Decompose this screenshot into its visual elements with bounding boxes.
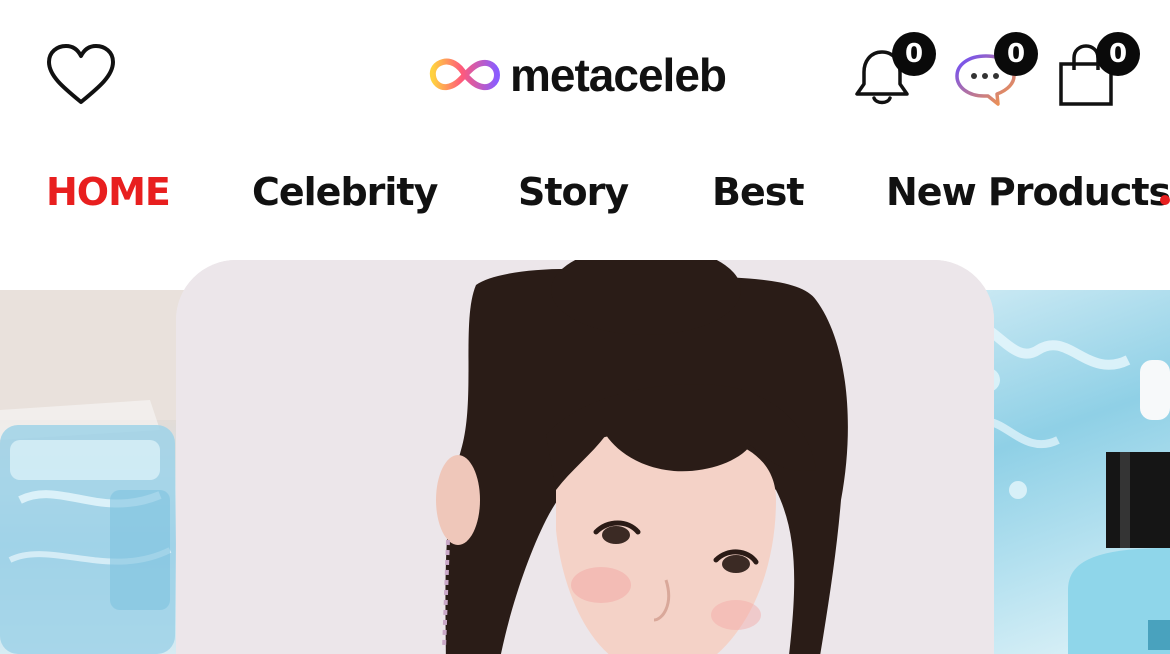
previous-banner-slide[interactable]: [0, 290, 200, 654]
messages-count-badge: 0: [994, 32, 1038, 76]
nav-item-story[interactable]: Story: [518, 168, 629, 216]
current-banner-slide[interactable]: [176, 260, 994, 654]
cart-button[interactable]: 0: [1056, 32, 1146, 110]
nav-item-home[interactable]: HOME: [46, 168, 171, 216]
heart-icon: [47, 44, 115, 104]
top-header: metaceleb 0 0 0: [0, 0, 1170, 140]
notifications-button[interactable]: 0: [852, 32, 942, 110]
nav-item-new-products[interactable]: New Products: [886, 168, 1170, 216]
celebrity-portrait-image: [176, 260, 994, 654]
logo-text: metaceleb: [510, 49, 727, 101]
nav-item-best[interactable]: Best: [712, 168, 805, 216]
nav-item-celebrity[interactable]: Celebrity: [252, 168, 438, 216]
banner-carousel[interactable]: [0, 260, 1170, 654]
new-indicator-dot: [1160, 195, 1170, 205]
messages-button[interactable]: 0: [952, 32, 1044, 110]
main-nav: HOME Celebrity Story Best New Products: [0, 150, 1170, 234]
water-product-image: [0, 290, 200, 654]
cart-count-badge: 0: [1096, 32, 1140, 76]
wishlist-button[interactable]: [44, 42, 118, 108]
infinity-logo-icon: [429, 58, 501, 91]
notifications-count-badge: 0: [892, 32, 936, 76]
site-logo[interactable]: metaceleb: [428, 49, 727, 101]
